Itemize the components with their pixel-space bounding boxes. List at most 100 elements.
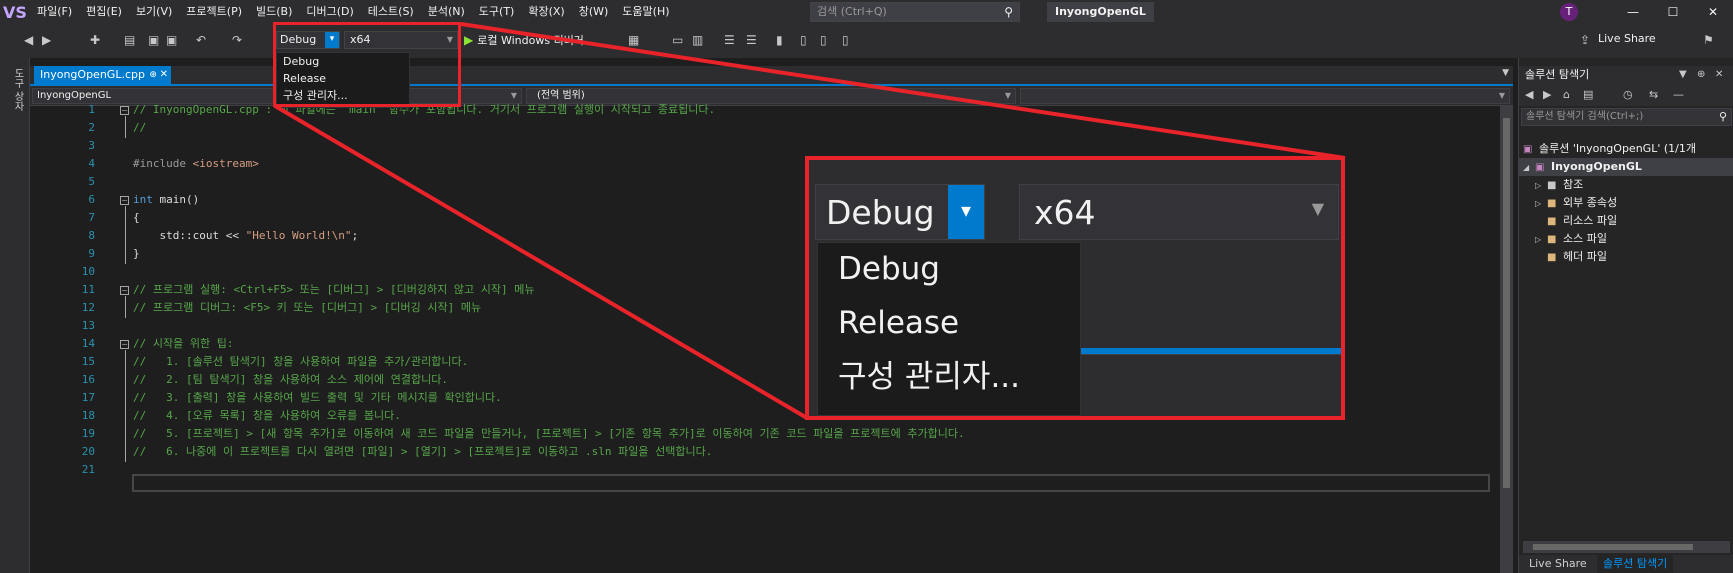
menu-tools[interactable]: 도구(T) <box>472 0 522 24</box>
menu-build[interactable]: 빌드(B) <box>249 0 299 24</box>
collapsed-arrow-icon[interactable]: ▷ <box>1535 195 1547 213</box>
save-icon[interactable]: ▣ <box>148 32 159 48</box>
visual-studio-logo-icon[interactable]: VS <box>0 0 30 24</box>
menu-window[interactable]: 창(W) <box>572 0 616 24</box>
folder-icon: ■ <box>1547 252 1557 263</box>
editor-vertical-scrollbar[interactable] <box>1500 106 1513 573</box>
chevron-down-icon[interactable]: ▼ <box>1502 68 1509 78</box>
tree-external-deps-node[interactable]: ▷ ■ 외부 종속성 <box>1535 194 1617 212</box>
tab-live-share[interactable]: Live Share <box>1523 555 1593 573</box>
tab-inyongopengl-cpp[interactable]: InyongOpenGL.cpp ⊕ ✕ <box>34 66 171 84</box>
code-line-2: // <box>133 121 147 134</box>
tree-label: 소스 파일 <box>1563 232 1607 245</box>
chevron-down-icon[interactable]: ▼ <box>1679 66 1687 84</box>
line-number: 10 <box>81 265 95 278</box>
home-icon[interactable]: ⌂ <box>1563 88 1570 101</box>
close-button[interactable]: ✕ <box>1693 0 1733 24</box>
start-debugging-button[interactable]: ▶ 로컬 Windows 디버거 <box>464 30 584 50</box>
menu-help[interactable]: 도움말(H) <box>615 0 676 24</box>
tab-solution-explorer[interactable]: 솔루션 탐색기 <box>1597 555 1674 573</box>
collapsed-arrow-icon[interactable]: ▷ <box>1535 177 1547 195</box>
clear-bookmarks-icon[interactable]: ▯ <box>842 32 849 48</box>
prev-bookmark-icon[interactable]: ▯ <box>800 32 807 48</box>
collapse-icon[interactable]: − <box>120 340 129 349</box>
line-number: 4 <box>88 157 95 170</box>
new-item-icon[interactable]: ✚ <box>90 32 100 48</box>
member-dropdown[interactable]: ▼ <box>1020 88 1510 104</box>
switch-views-icon[interactable]: ▤ <box>1583 88 1593 101</box>
sync-icon[interactable]: ⇆ <box>1649 88 1658 101</box>
menu-test[interactable]: 테스트(S) <box>361 0 421 24</box>
comment-icon[interactable]: ☰ <box>724 32 735 48</box>
maximize-button[interactable]: ☐ <box>1653 0 1693 24</box>
code-line-11: // 프로그램 실행: <Ctrl+F5> 또는 [디버그] > [디버깅하지 … <box>133 283 535 296</box>
toolbox-tab[interactable]: 도구 상자 <box>10 68 25 111</box>
menu-edit[interactable]: 편집(E) <box>79 0 129 24</box>
more-icon[interactable]: — <box>1673 88 1684 101</box>
forward-icon[interactable]: ▶ <box>42 32 51 48</box>
chevron-down-icon: ▼ <box>1004 91 1011 100</box>
back-icon[interactable]: ◀ <box>24 32 33 48</box>
live-share-icon[interactable]: ⇪ <box>1580 32 1590 48</box>
expanded-arrow-icon[interactable]: ◢ <box>1523 159 1535 177</box>
line-number: 15 <box>81 355 95 368</box>
highlight-box <box>273 22 461 107</box>
line-number: 6 <box>88 193 95 206</box>
tree-resource-files-node[interactable]: ■ 리소스 파일 <box>1547 212 1617 230</box>
scrollbar-thumb[interactable] <box>1503 118 1510 488</box>
feedback-icon[interactable]: ⚑ <box>1703 32 1714 48</box>
main-menu: 파일(F) 편집(E) 보기(V) 프로젝트(P) 빌드(B) 디버그(D) 테… <box>30 0 677 24</box>
tree-source-files-node[interactable]: ▷ ■ 소스 파일 <box>1535 230 1607 248</box>
back-icon[interactable]: ◀ <box>1525 88 1533 101</box>
format-icon[interactable]: ▭ <box>672 32 683 48</box>
tree-label: 솔루션 'InyongOpenGL' (1/1개 <box>1539 142 1696 155</box>
zoomed-option-debug: Debug <box>838 251 940 287</box>
attach-icon[interactable]: ▦ <box>628 32 639 48</box>
collapsed-arrow-icon[interactable]: ▷ <box>1535 231 1547 249</box>
avatar[interactable]: T <box>1560 3 1578 21</box>
line-number: 3 <box>88 139 95 152</box>
menu-extensions[interactable]: 확장(X) <box>521 0 571 24</box>
collapse-icon[interactable]: − <box>120 286 129 295</box>
solution-explorer-toolbar: ◀ ▶ ⌂ ▤ ◷ ⇆ — <box>1519 84 1733 106</box>
search-input[interactable]: 검색 (Ctrl+Q) ⚲ <box>810 2 1020 22</box>
indent-icon[interactable]: ▥ <box>692 32 703 48</box>
open-folder-icon[interactable]: ▤ <box>124 32 135 48</box>
menu-file[interactable]: 파일(F) <box>30 0 79 24</box>
uncomment-icon[interactable]: ☰ <box>746 32 757 48</box>
collapse-icon[interactable]: − <box>120 106 129 115</box>
solution-explorer-search-input[interactable]: 솔루션 탐색기 검색(Ctrl+;) ⚲ <box>1521 108 1732 126</box>
project-nav-label: InyongOpenGL <box>37 90 112 101</box>
search-icon[interactable]: ⚲ <box>1004 3 1013 21</box>
zoomed-option-configuration-manager: 구성 관리자... <box>838 359 1021 395</box>
next-bookmark-icon[interactable]: ▯ <box>820 32 827 48</box>
scrollbar-thumb[interactable] <box>1533 544 1693 550</box>
code-line-19: // 5. [프로젝트] > [새 항목 추가]로 이동하여 새 코드 파일을 … <box>133 427 965 440</box>
preprocessor-directive: #include <box>133 157 193 170</box>
save-all-icon[interactable]: ▣ <box>166 32 177 48</box>
tree-solution-node[interactable]: ▣ 솔루션 'InyongOpenGL' (1/1개 <box>1523 140 1696 158</box>
menu-analyze[interactable]: 분석(N) <box>421 0 472 24</box>
tree-references-node[interactable]: ▷ ■ 참조 <box>1535 176 1583 194</box>
menu-view[interactable]: 보기(V) <box>129 0 179 24</box>
search-icon[interactable]: ⚲ <box>1719 109 1727 125</box>
redo-icon[interactable]: ↷ <box>232 32 242 48</box>
tree-header-files-node[interactable]: ■ 헤더 파일 <box>1547 248 1607 266</box>
menu-debug[interactable]: 디버그(D) <box>299 0 360 24</box>
pending-changes-icon[interactable]: ◷ <box>1623 88 1633 101</box>
menu-project[interactable]: 프로젝트(P) <box>179 0 249 24</box>
code-line-12: // 프로그램 디버그: <F5> 키 또는 [디버그] > [디버깅 시작] … <box>133 301 482 314</box>
live-share-button[interactable]: Live Share <box>1598 32 1656 45</box>
undo-icon[interactable]: ↶ <box>196 32 206 48</box>
close-icon[interactable]: ✕ <box>1715 66 1723 84</box>
tab-label: InyongOpenGL.cpp <box>40 68 145 81</box>
forward-icon[interactable]: ▶ <box>1543 88 1551 101</box>
collapse-icon[interactable]: − <box>120 196 129 205</box>
tree-project-node[interactable]: ◢ ▣ InyongOpenGL <box>1519 158 1733 176</box>
minimize-button[interactable]: — <box>1613 0 1653 24</box>
pin-icon[interactable]: ⊕ <box>1697 66 1705 84</box>
solution-explorer-horizontal-scrollbar[interactable] <box>1523 541 1730 553</box>
close-icon[interactable]: ✕ <box>160 66 168 84</box>
pin-icon[interactable]: ⊕ <box>149 66 157 84</box>
bookmark-icon[interactable]: ▮ <box>776 32 783 48</box>
